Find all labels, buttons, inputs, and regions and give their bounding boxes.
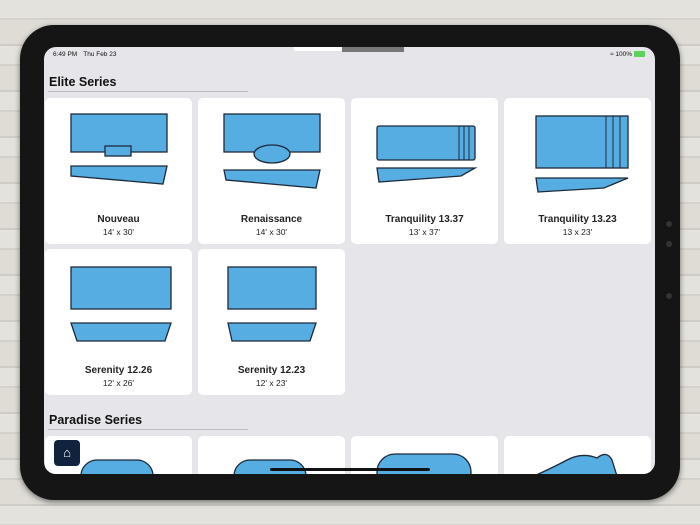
- pool-name: Renaissance: [240, 214, 303, 225]
- house-icon: ⌂: [63, 445, 71, 460]
- pool-card-partial[interactable]: [504, 436, 651, 474]
- pool-card[interactable]: Nouveau 14' x 30': [45, 98, 192, 244]
- pool-diagram: [70, 266, 172, 342]
- pool-diagram: [227, 266, 317, 342]
- app-screen: 6:49 PM Thu Feb 23 ≈ 100% Elite Series No…: [44, 47, 655, 474]
- pool-diagram: [223, 113, 321, 189]
- divider: [48, 91, 248, 92]
- pool-name: Tranquility 13.37: [385, 214, 464, 225]
- pool-card[interactable]: Tranquility 13.23 13 x 23': [504, 98, 651, 244]
- pool-size: 12' x 23': [255, 378, 288, 388]
- pool-diagram: [535, 115, 629, 193]
- pool-name: Serenity 12.26: [84, 365, 153, 376]
- pool-size: 12' x 26': [102, 378, 135, 388]
- wifi-icon: ≈: [609, 51, 614, 58]
- battery-icon: [634, 51, 645, 58]
- divider: [48, 429, 248, 430]
- status-date: Thu Feb 23: [83, 51, 117, 58]
- section-title-elite: Elite Series: [49, 75, 117, 89]
- pool-card[interactable]: Tranquility 13.37 13' x 37': [351, 98, 498, 244]
- section-title-paradise: Paradise Series: [49, 413, 143, 427]
- pool-name: Tranquility 13.23: [538, 214, 617, 225]
- status-time: 6:49 PM: [53, 51, 78, 58]
- home-button[interactable]: ⌂: [54, 440, 80, 466]
- pool-name: Serenity 12.23: [237, 365, 306, 376]
- camera-dot: [666, 221, 672, 227]
- pool-card[interactable]: Serenity 12.23 12' x 23': [198, 249, 345, 395]
- pool-card[interactable]: Serenity 12.26 12' x 26': [45, 249, 192, 395]
- pool-size: 14' x 30': [255, 227, 288, 237]
- pool-card[interactable]: Renaissance 14' x 30': [198, 98, 345, 244]
- pool-diagram: [376, 125, 478, 183]
- pool-name: Nouveau: [97, 214, 140, 225]
- battery-percent: 100%: [615, 51, 632, 58]
- pool-diagram: [536, 453, 618, 474]
- status-bar: 6:49 PM Thu Feb 23 ≈ 100%: [53, 51, 645, 58]
- pool-size: 13' x 37': [408, 227, 441, 237]
- pool-diagram: [70, 113, 168, 185]
- sensor-dot: [666, 241, 672, 247]
- sensor-dot: [666, 293, 672, 299]
- home-indicator[interactable]: [270, 468, 430, 471]
- pool-size: 14' x 30': [102, 227, 135, 237]
- pool-size: 13 x 23': [562, 227, 593, 237]
